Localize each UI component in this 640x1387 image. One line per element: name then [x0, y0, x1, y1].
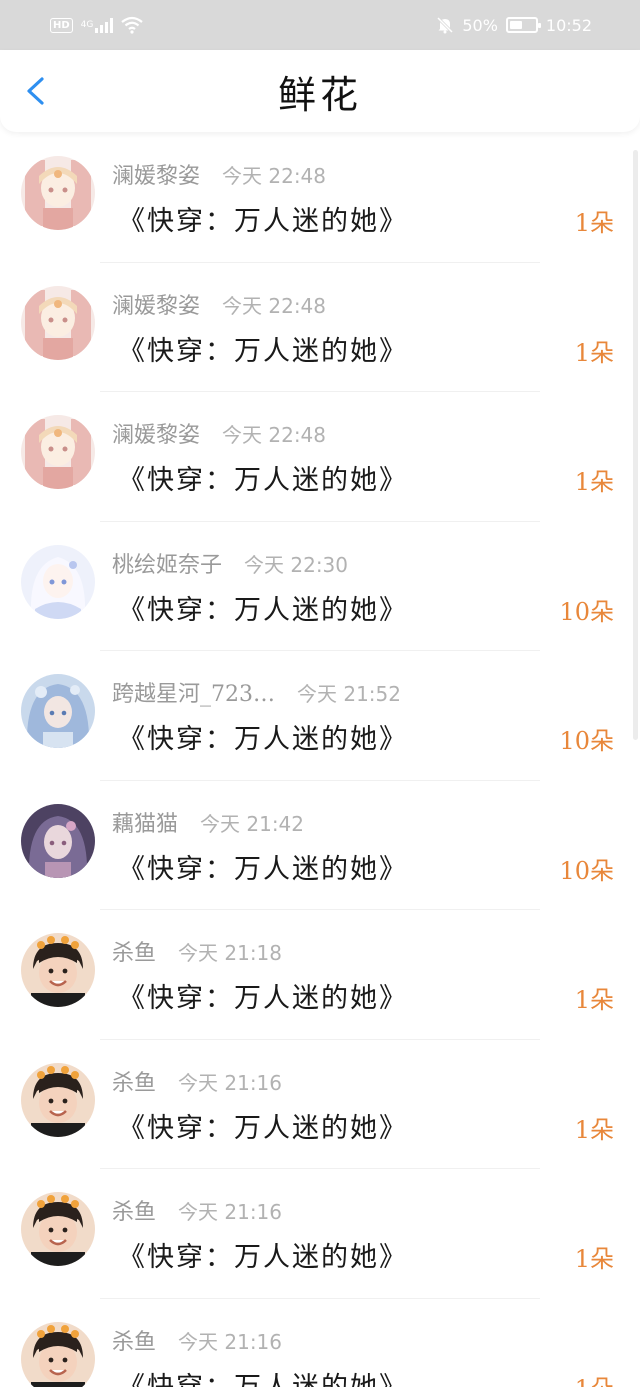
timestamp: 今天 22:48 — [222, 423, 327, 447]
status-right: 50% 10:52 — [436, 16, 592, 35]
mute-bell-icon — [437, 16, 454, 34]
timestamp: 今天 21:42 — [200, 811, 305, 836]
flower-count: 1朵 — [574, 1245, 614, 1273]
user-name[interactable]: 澜媛黎姿 — [112, 288, 200, 320]
hd-badge: HD — [50, 17, 73, 33]
user-name[interactable]: 桃绘姬奈子 — [112, 547, 222, 579]
user-name[interactable]: 杀鱼 — [112, 1194, 156, 1226]
list-item-5[interactable]: 跨越星河_723… 今天 21:52 《快穿：万人迷的她》 10朵 — [0, 651, 640, 781]
avatar-anime-red[interactable] — [21, 415, 95, 489]
user-name[interactable]: 杀鱼 — [112, 935, 156, 967]
avatar-anime-white[interactable] — [21, 544, 95, 619]
book-title: 《快穿：万人迷的她》 — [118, 983, 408, 1014]
flower-count: 1朵 — [575, 1369, 614, 1387]
item-meta: 藕猫猫 今天 21:42 — [112, 806, 304, 838]
book-title: 《快穿：万人迷的她》 — [118, 206, 408, 237]
timestamp: 今天 21:16 — [178, 1329, 283, 1354]
battery-icon — [505, 17, 541, 33]
status-bar: HD 4G 50% 10:52 — [0, 0, 640, 50]
timestamp: 今天 22:30 — [244, 552, 349, 577]
item-meta: 澜媛黎姿 今天 22:48 — [112, 417, 326, 449]
book-title: 《快穿：万人迷的她》 — [118, 1242, 408, 1273]
avatar-boy-photo[interactable] — [21, 933, 95, 1007]
item-meta: 杀鱼 今天 21:16 — [112, 1194, 282, 1226]
avatar-anime-red[interactable] — [21, 156, 95, 230]
list-item-8[interactable]: 杀鱼 今天 21:16 《快穿：万人迷的她》 1朵 — [0, 1040, 640, 1169]
item-meta: 跨越星河_723… 今天 21:52 — [112, 676, 401, 708]
timestamp: 今天 22:48 — [222, 164, 327, 188]
item-meta: 澜媛黎姿 今天 22:48 — [112, 158, 326, 190]
battery-percent: 50% — [462, 15, 498, 35]
list-item-3[interactable]: 澜媛黎姿 今天 22:48 《快穿：万人迷的她》 1朵 — [0, 392, 640, 522]
avatar-anime-blue[interactable] — [21, 674, 95, 748]
flower-count: 1朵 — [574, 209, 614, 237]
list-item-9[interactable]: 杀鱼 今天 21:16 《快穿：万人迷的她》 1朵 — [0, 1169, 640, 1299]
timestamp: 今天 21:52 — [297, 682, 401, 706]
list-item-10[interactable]: 杀鱼 今天 21:16 《快穿：万人迷的她》 1朵 — [0, 1299, 640, 1387]
item-meta: 桃绘姬奈子 今天 22:30 — [112, 547, 348, 579]
avatar-boy-photo[interactable] — [21, 1321, 95, 1387]
status-left: HD 4G — [50, 16, 144, 34]
book-title: 《快穿：万人迷的她》 — [118, 853, 408, 885]
book-title: 《快穿：万人迷的她》 — [118, 1371, 408, 1387]
user-name[interactable]: 跨越星河_723… — [112, 676, 275, 708]
flower-count: 10朵 — [559, 727, 614, 755]
network-type: 4G — [80, 20, 94, 30]
user-name[interactable]: 杀鱼 — [112, 1324, 156, 1356]
timestamp: 今天 21:16 — [178, 1200, 283, 1224]
book-title: 《快穿：万人迷的她》 — [118, 465, 408, 496]
avatar-anime-red[interactable] — [21, 285, 95, 360]
timestamp: 今天 22:48 — [222, 293, 327, 318]
flower-count: 1朵 — [574, 986, 614, 1014]
avatar-boy-photo[interactable] — [21, 1062, 95, 1137]
battery-fill — [509, 21, 522, 29]
clock: 10:52 — [545, 15, 592, 35]
timestamp: 今天 21:16 — [178, 1070, 283, 1095]
book-title: 《快穿：万人迷的她》 — [118, 1112, 408, 1144]
flower-count: 1朵 — [574, 338, 614, 367]
book-title: 《快穿：万人迷的她》 — [118, 724, 408, 755]
user-name[interactable]: 澜媛黎姿 — [112, 158, 200, 190]
flower-list: 澜媛黎姿 今天 22:48 《快穿：万人迷的她》 1朵 澜媛黎姿 今天 22:4… — [0, 133, 640, 1387]
user-name[interactable]: 藕猫猫 — [112, 806, 178, 838]
chevron-left-icon[interactable] — [22, 76, 52, 106]
list-item-6[interactable]: 藕猫猫 今天 21:42 《快穿：万人迷的她》 10朵 — [0, 781, 640, 910]
list-item-2[interactable]: 澜媛黎姿 今天 22:48 《快穿：万人迷的她》 1朵 — [0, 263, 640, 392]
book-title: 《快穿：万人迷的她》 — [118, 594, 408, 626]
flower-count: 10朵 — [559, 856, 614, 885]
flower-count: 1朵 — [574, 468, 614, 496]
avatar-boy-photo[interactable] — [21, 1192, 95, 1266]
user-name[interactable]: 澜媛黎姿 — [112, 417, 200, 449]
list-item-4[interactable]: 桃绘姬奈子 今天 22:30 《快穿：万人迷的她》 10朵 — [0, 522, 640, 651]
page-title: 鲜花 — [277, 72, 362, 117]
item-meta: 杀鱼 今天 21:16 — [112, 1324, 282, 1356]
avatar-anime-purple[interactable] — [21, 803, 95, 878]
signal-icon — [95, 17, 114, 33]
item-meta: 杀鱼 今天 21:18 — [112, 935, 282, 967]
item-meta: 杀鱼 今天 21:16 — [112, 1065, 282, 1097]
flower-count: 1朵 — [574, 1115, 614, 1144]
list-item-7[interactable]: 杀鱼 今天 21:18 《快穿：万人迷的她》 1朵 — [0, 910, 640, 1040]
nav-bar: 鲜花 — [0, 50, 640, 132]
item-meta: 澜媛黎姿 今天 22:48 — [112, 288, 326, 320]
list-item-1[interactable]: 澜媛黎姿 今天 22:48 《快穿：万人迷的她》 1朵 — [0, 133, 640, 263]
user-name[interactable]: 杀鱼 — [112, 1065, 156, 1097]
timestamp: 今天 21:18 — [178, 941, 283, 965]
flower-count: 10朵 — [559, 597, 614, 626]
book-title: 《快穿：万人迷的她》 — [118, 335, 408, 367]
wifi-icon — [121, 16, 144, 34]
